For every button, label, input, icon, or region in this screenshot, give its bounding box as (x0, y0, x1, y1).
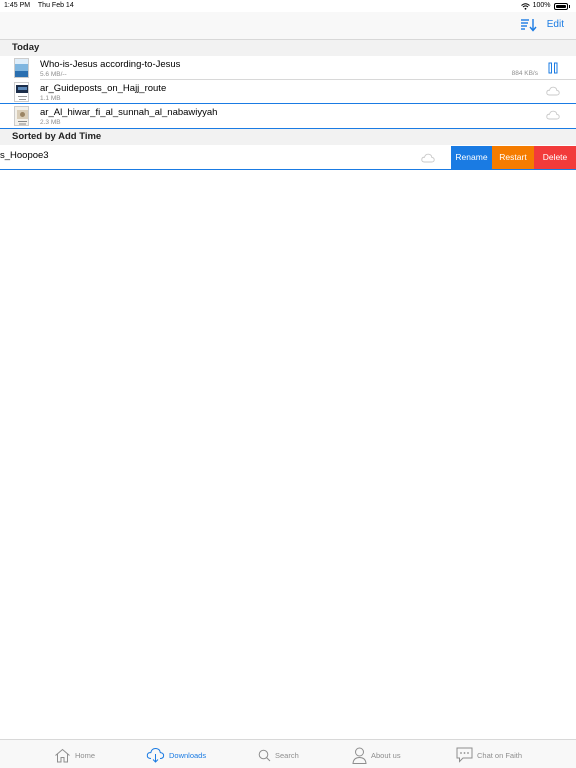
search-icon (258, 749, 271, 761)
download-size: 1.1 MB (40, 95, 61, 102)
download-row[interactable]: ar_Guideposts_on_Hajj_route 1.1 MB (0, 80, 576, 104)
battery-icon (553, 2, 568, 10)
download-speed: 884 KB/s (511, 70, 538, 77)
tab-downloads[interactable]: Downloads (146, 746, 206, 764)
book-cover-thumbnail (14, 106, 29, 126)
row-separator-selected (0, 169, 576, 170)
tab-label: About us (371, 750, 401, 760)
section-header-sorted: Sorted by Add Time (0, 129, 576, 145)
home-icon (55, 748, 70, 762)
battery-percent: 100% (532, 2, 551, 9)
book-cover-thumbnail (14, 58, 29, 78)
section-header-today: Today (0, 40, 576, 56)
restart-button[interactable]: Restart (492, 146, 534, 169)
pause-icon[interactable] (548, 62, 558, 74)
tab-about-us[interactable]: About us (352, 746, 401, 764)
download-size: 5.6 MB/-- (40, 71, 67, 78)
cloud-download-icon (146, 747, 165, 763)
sort-download-icon[interactable] (520, 17, 538, 33)
status-date: Thu Feb 14 (37, 2, 74, 9)
tab-search[interactable]: Search (258, 746, 299, 764)
wifi-icon (520, 2, 530, 10)
status-bar: 1:45 PM Thu Feb 14 100% (0, 0, 576, 12)
chat-icon (456, 747, 473, 763)
download-row[interactable]: ar_Al_hiwar_fi_al_sunnah_al_nabawiyyah 2… (0, 104, 576, 128)
rename-button[interactable]: Rename (451, 146, 492, 169)
tab-bar: Home Downloads Search About us Chat on F… (0, 739, 576, 768)
tab-label: Downloads (169, 750, 207, 760)
download-title: s_Hoopoe3 (0, 150, 49, 161)
swiped-download-row[interactable]: s_Hoopoe3 Rename Restart Delete (0, 146, 576, 169)
status-time: 1:45 PM (4, 2, 31, 9)
download-size: 2.3 MB (40, 119, 61, 126)
tab-home[interactable]: Home (54, 746, 95, 764)
download-title: Who-is-Jesus according-to-Jesus (40, 59, 181, 70)
tab-label: Chat on Faith (477, 750, 523, 760)
book-cover-thumbnail (14, 82, 29, 102)
navigation-bar: Edit (0, 12, 576, 40)
download-row[interactable]: Who-is-Jesus according-to-Jesus 5.6 MB/-… (0, 56, 576, 80)
cloud-icon[interactable] (546, 86, 560, 96)
tab-chat-on-faith[interactable]: Chat on Faith (456, 746, 522, 764)
cloud-icon[interactable] (546, 110, 560, 120)
person-icon (352, 747, 367, 764)
download-title: ar_Guideposts_on_Hajj_route (40, 83, 167, 94)
tab-label: Search (275, 750, 299, 760)
app-screen: 1:45 PM Thu Feb 14 100% Edit Today Who-i… (0, 0, 576, 768)
cloud-icon[interactable] (421, 153, 435, 163)
tab-label: Home (75, 750, 96, 760)
edit-button[interactable]: Edit (547, 19, 564, 30)
delete-button[interactable]: Delete (534, 146, 576, 169)
download-title: ar_Al_hiwar_fi_al_sunnah_al_nabawiyyah (40, 107, 218, 118)
